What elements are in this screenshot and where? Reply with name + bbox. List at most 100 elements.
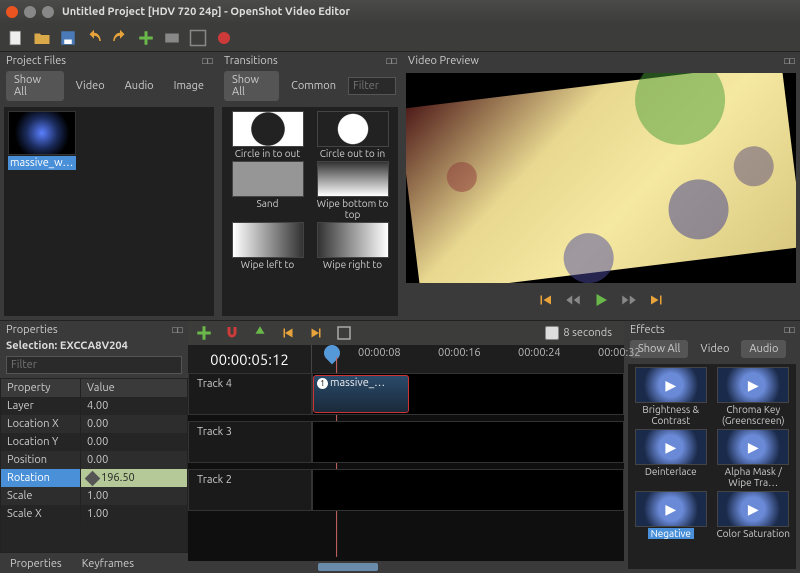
project-files-panel: Project Files ▫▫ Show All Video Audio Ima… xyxy=(0,52,218,320)
track-body[interactable]: 1massive_… xyxy=(312,373,624,415)
center-playhead-icon[interactable] xyxy=(334,323,354,343)
property-value[interactable]: 1.00 xyxy=(81,505,187,523)
track-label[interactable]: Track 4 xyxy=(188,373,312,415)
window-minimize-button[interactable] xyxy=(24,6,36,18)
project-files-title: Project Files xyxy=(6,55,66,67)
timeline-tracks[interactable]: Track 4 1massive_… Track 3 Track 2 xyxy=(188,373,624,561)
play-icon[interactable] xyxy=(592,291,610,312)
fx-tab-video[interactable]: Video xyxy=(692,340,737,358)
trans-tab-show-all[interactable]: Show All xyxy=(224,71,279,101)
rewind-icon[interactable] xyxy=(564,291,582,312)
panel-grip-icon[interactable]: ▫▫ xyxy=(171,323,182,336)
fx-tab-audio[interactable]: Audio xyxy=(741,340,786,358)
window-close-button[interactable] xyxy=(6,6,18,18)
property-value[interactable]: 0.00 xyxy=(81,451,187,469)
marker-icon[interactable] xyxy=(250,323,270,343)
properties-table: Property Value Layer4.00 Location X0.00 … xyxy=(0,378,188,553)
playhead[interactable] xyxy=(321,342,344,365)
timeline-toolbar: 8 seconds xyxy=(188,321,624,345)
property-value[interactable]: 0.00 xyxy=(81,415,187,433)
preview-viewport[interactable] xyxy=(406,73,796,283)
export-video-icon[interactable] xyxy=(214,28,234,48)
pf-tab-image[interactable]: Image xyxy=(166,77,212,95)
profile-icon[interactable] xyxy=(162,28,182,48)
zoom-slider-handle[interactable] xyxy=(545,326,559,340)
timeline-clip[interactable]: 1massive_… xyxy=(313,375,409,413)
next-marker-icon[interactable] xyxy=(306,323,326,343)
keyframe-icon xyxy=(85,470,101,486)
transitions-title: Transitions xyxy=(224,55,278,67)
panel-grip-icon[interactable]: ▫▫ xyxy=(201,54,212,67)
effect-item[interactable]: Deinterlace xyxy=(631,429,711,488)
property-name: Scale X xyxy=(1,505,81,523)
tab-properties[interactable]: Properties xyxy=(0,555,72,573)
effects-title: Effects xyxy=(630,324,665,336)
pf-tab-audio[interactable]: Audio xyxy=(117,77,162,95)
effect-item[interactable]: Brightness & Contrast xyxy=(631,367,711,426)
track-body[interactable] xyxy=(312,421,624,463)
effects-list[interactable]: Brightness & Contrast Chroma Key (Greens… xyxy=(628,364,796,569)
fast-forward-icon[interactable] xyxy=(620,291,638,312)
transition-item[interactable]: Circle out to in xyxy=(311,111,394,159)
file-name-label: massive_w… xyxy=(8,156,76,170)
transition-item[interactable]: Sand xyxy=(226,161,309,220)
property-value[interactable]: 4.00 xyxy=(81,397,187,415)
property-value[interactable]: 196.50 xyxy=(81,469,187,487)
track-label[interactable]: Track 2 xyxy=(188,469,312,511)
new-project-icon[interactable] xyxy=(6,28,26,48)
project-files-list[interactable]: massive_w… xyxy=(4,107,214,316)
import-files-icon[interactable] xyxy=(136,28,156,48)
main-toolbar xyxy=(0,24,800,52)
scrollbar-thumb[interactable] xyxy=(318,563,378,571)
value-column-header[interactable]: Value xyxy=(81,379,187,397)
transition-item[interactable]: Circle in to out xyxy=(226,111,309,159)
effect-item[interactable]: Negative xyxy=(631,491,711,540)
transitions-list[interactable]: Circle in to out Circle out to in Sand W… xyxy=(222,107,398,316)
project-file-item[interactable]: massive_w… xyxy=(8,111,76,170)
selection-label: Selection: EXCCA8V204 xyxy=(0,338,188,354)
property-value[interactable]: 1.00 xyxy=(81,487,187,505)
pf-tab-show-all[interactable]: Show All xyxy=(6,71,64,101)
redo-icon[interactable] xyxy=(110,28,130,48)
properties-panel: Properties ▫▫ Selection: EXCCA8V204 Prope… xyxy=(0,321,188,573)
transition-item[interactable]: Wipe bottom to top xyxy=(311,161,394,220)
transition-item[interactable]: Wipe left to xyxy=(226,222,309,270)
track-label[interactable]: Track 3 xyxy=(188,421,312,463)
jump-end-icon[interactable] xyxy=(648,291,666,312)
pf-tab-video[interactable]: Video xyxy=(68,77,113,95)
timeline-timecode: 00:00:05:12 xyxy=(188,345,312,373)
property-name: Scale xyxy=(1,487,81,505)
effects-panel: Effects▫▫ Show All Video Audio Brightnes… xyxy=(624,321,800,573)
file-thumbnail xyxy=(8,111,76,155)
add-track-icon[interactable] xyxy=(194,323,214,343)
fullscreen-icon[interactable] xyxy=(188,28,208,48)
effect-item[interactable]: Color Saturation xyxy=(714,491,794,540)
timeline-panel: 8 seconds 00:00:05:12 00:00:08 00:00:16 … xyxy=(188,321,624,573)
snapping-icon[interactable] xyxy=(222,323,242,343)
panel-grip-icon[interactable]: ▫▫ xyxy=(385,54,396,67)
panel-grip-icon[interactable]: ▫▫ xyxy=(783,323,794,336)
jump-start-icon[interactable] xyxy=(536,291,554,312)
effect-item[interactable]: Chroma Key (Greenscreen) xyxy=(714,367,794,426)
property-value[interactable]: 0.00 xyxy=(81,433,187,451)
video-preview-panel: Video Preview▫▫ xyxy=(402,52,800,320)
panel-grip-icon[interactable]: ▫▫ xyxy=(783,54,794,67)
property-name: Layer xyxy=(1,397,81,415)
window-maximize-button[interactable] xyxy=(42,6,54,18)
property-column-header[interactable]: Property xyxy=(1,379,81,397)
property-name: Position xyxy=(1,451,81,469)
effect-item[interactable]: Alpha Mask / Wipe Tra… xyxy=(714,429,794,488)
undo-icon[interactable] xyxy=(84,28,104,48)
trans-tab-common[interactable]: Common xyxy=(283,77,344,95)
timeline-ruler[interactable]: 00:00:08 00:00:16 00:00:24 00:00:32 xyxy=(312,345,624,373)
prev-marker-icon[interactable] xyxy=(278,323,298,343)
tab-keyframes[interactable]: Keyframes xyxy=(72,555,144,573)
track-body[interactable] xyxy=(312,469,624,511)
timeline-scrollbar[interactable] xyxy=(188,561,624,573)
properties-filter-input[interactable] xyxy=(6,356,182,374)
transition-item[interactable]: Wipe right to xyxy=(311,222,394,270)
save-project-icon[interactable] xyxy=(58,28,78,48)
transitions-filter-input[interactable] xyxy=(348,77,396,95)
window-titlebar: Untitled Project [HDV 720 24p] - OpenSho… xyxy=(0,0,800,24)
open-project-icon[interactable] xyxy=(32,28,52,48)
